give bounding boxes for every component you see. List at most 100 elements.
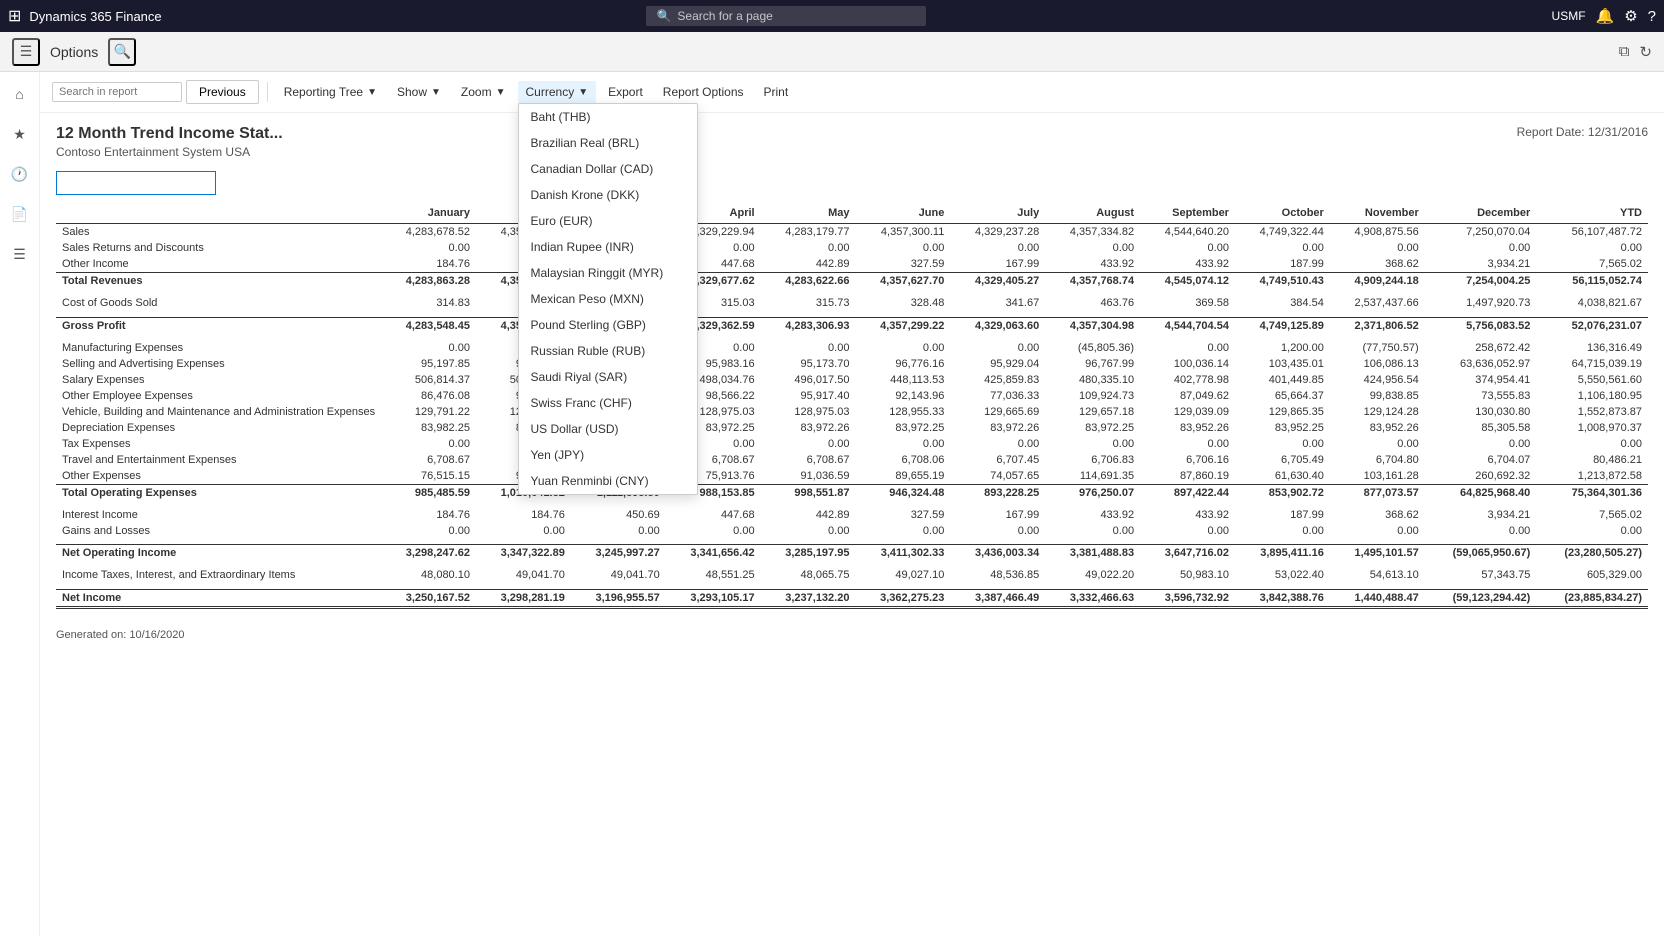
- cell-value: 6,708.06: [855, 452, 950, 468]
- currency-arrow-icon: ▼: [578, 87, 588, 98]
- cell-value: 76,515.15: [381, 468, 476, 485]
- zoom-button[interactable]: Zoom ▼: [453, 81, 514, 103]
- cell-value: 0.00: [1330, 436, 1425, 452]
- cell-value: 103,435.01: [1235, 356, 1330, 372]
- cell-value: 4,357,304.98: [1045, 317, 1140, 334]
- export-label: Export: [608, 85, 643, 99]
- cell-value: 0.00: [761, 436, 856, 452]
- selection-box: [56, 171, 216, 195]
- cell-value: 7,254,004.25: [1425, 273, 1537, 290]
- currency-option[interactable]: Yen (JPY): [519, 442, 697, 468]
- cell-value: 4,749,510.43: [1235, 273, 1330, 290]
- col-header-august: August: [1045, 203, 1140, 224]
- cell-value: 3,436,003.34: [950, 545, 1045, 562]
- cell-value: 99,838.85: [1330, 388, 1425, 404]
- cell-value: 129,791.22: [381, 404, 476, 420]
- cell-value: 0.00: [381, 240, 476, 256]
- cell-value: 184.76: [381, 507, 476, 523]
- row-label: Gross Profit: [56, 317, 381, 334]
- currency-option[interactable]: Swiss Franc (CHF): [519, 390, 697, 416]
- cell-value: 77,036.33: [950, 388, 1045, 404]
- search-icon: 🔍: [656, 9, 671, 23]
- row-label: Other Income: [56, 256, 381, 273]
- cell-value: 7,565.02: [1536, 507, 1648, 523]
- currency-option[interactable]: Malaysian Ringgit (MYR): [519, 260, 697, 286]
- currency-option[interactable]: US Dollar (USD): [519, 416, 697, 442]
- currency-option[interactable]: Canadian Dollar (CAD): [519, 156, 697, 182]
- cell-value: 1,552,873.87: [1536, 404, 1648, 420]
- cell-value: 0.00: [950, 240, 1045, 256]
- export-button[interactable]: Export: [600, 81, 651, 103]
- cell-value: 52,076,231.07: [1536, 317, 1648, 334]
- row-label: Travel and Entertainment Expenses: [56, 452, 381, 468]
- cell-value: 3,596,732.92: [1140, 589, 1235, 607]
- show-label: Show: [397, 85, 427, 99]
- cell-value: 4,283,622.66: [761, 273, 856, 290]
- cell-value: 0.00: [855, 523, 950, 539]
- cell-value: 4,283,306.93: [761, 317, 856, 334]
- global-search-input[interactable]: [677, 9, 897, 23]
- currency-option[interactable]: Brazilian Real (BRL): [519, 130, 697, 156]
- global-search-bar[interactable]: 🔍: [646, 6, 926, 26]
- previous-button[interactable]: Previous: [186, 80, 259, 104]
- cell-value: 4,357,300.11: [855, 224, 950, 241]
- cell-value: 0.00: [1536, 436, 1648, 452]
- cell-value: 976,250.07: [1045, 484, 1140, 501]
- show-button[interactable]: Show ▼: [389, 81, 449, 103]
- currency-option[interactable]: Saudi Riyal (SAR): [519, 364, 697, 390]
- cell-value: 83,972.26: [950, 420, 1045, 436]
- currency-button[interactable]: Currency ▼: [518, 81, 597, 103]
- cell-value: 877,073.57: [1330, 484, 1425, 501]
- cell-value: 4,283,548.45: [381, 317, 476, 334]
- row-label: Interest Income: [56, 507, 381, 523]
- cell-value: 64,715,039.19: [1536, 356, 1648, 372]
- cell-value: 48,065.75: [761, 567, 856, 583]
- options-search-icon[interactable]: 🔍: [108, 38, 136, 66]
- print-label: Print: [764, 85, 789, 99]
- cell-value: 480,335.10: [1045, 372, 1140, 388]
- currency-option[interactable]: Euro (EUR): [519, 208, 697, 234]
- cell-value: (59,065,950.67): [1425, 545, 1537, 562]
- document-icon[interactable]: 📄: [6, 200, 34, 228]
- clock-icon[interactable]: 🕐: [6, 160, 34, 188]
- cell-value: 4,357,334.82: [1045, 224, 1140, 241]
- cell-value: 48,080.10: [381, 567, 476, 583]
- currency-option[interactable]: Russian Ruble (RUB): [519, 338, 697, 364]
- star-icon[interactable]: ★: [6, 120, 34, 148]
- settings-icon[interactable]: ⚙: [1624, 7, 1637, 25]
- search-report-input[interactable]: [52, 82, 182, 102]
- cell-value: 3,245,997.27: [571, 545, 666, 562]
- cell-value: 0.00: [381, 436, 476, 452]
- cell-value: 100,036.14: [1140, 356, 1235, 372]
- currency-option[interactable]: Yuan Renminbi (CNY): [519, 468, 697, 494]
- reporting-tree-button[interactable]: Reporting Tree ▼: [276, 81, 385, 103]
- notification-icon[interactable]: 🔔: [1596, 7, 1615, 25]
- currency-wrapper: Currency ▼ Baht (THB)Brazilian Real (BRL…: [518, 81, 597, 103]
- cell-value: 3,293,105.17: [666, 589, 761, 607]
- main-content: Previous Reporting Tree ▼ Show ▼ Zoom ▼ …: [40, 72, 1664, 936]
- cell-value: 260,692.32: [1425, 468, 1537, 485]
- currency-option[interactable]: Mexican Peso (MXN): [519, 286, 697, 312]
- cell-value: 91,036.59: [761, 468, 856, 485]
- grid-icon[interactable]: ⊞: [8, 6, 21, 26]
- print-button[interactable]: Print: [756, 81, 797, 103]
- cell-value: 315.73: [761, 295, 856, 311]
- refresh-icon[interactable]: ↻: [1639, 43, 1652, 61]
- table-row: Sales Returns and Discounts0.000.000.000…: [56, 240, 1648, 256]
- cell-value: 258,672.42: [1425, 340, 1537, 356]
- help-icon[interactable]: ?: [1648, 8, 1656, 25]
- currency-option[interactable]: Baht (THB): [519, 104, 697, 130]
- currency-option[interactable]: Pound Sterling (GBP): [519, 312, 697, 338]
- home-icon[interactable]: ⌂: [6, 80, 34, 108]
- hamburger-menu-icon[interactable]: ☰: [12, 38, 40, 66]
- report-options-button[interactable]: Report Options: [655, 81, 752, 103]
- cell-value: 0.00: [1425, 240, 1537, 256]
- currency-option[interactable]: Indian Rupee (INR): [519, 234, 697, 260]
- cell-value: 103,161.28: [1330, 468, 1425, 485]
- cell-value: 327.59: [855, 507, 950, 523]
- copy-icon[interactable]: ⧉: [1619, 43, 1630, 60]
- cell-value: 0.00: [1235, 436, 1330, 452]
- currency-option[interactable]: Danish Krone (DKK): [519, 182, 697, 208]
- list-icon[interactable]: ☰: [6, 240, 34, 268]
- cell-value: 6,705.49: [1235, 452, 1330, 468]
